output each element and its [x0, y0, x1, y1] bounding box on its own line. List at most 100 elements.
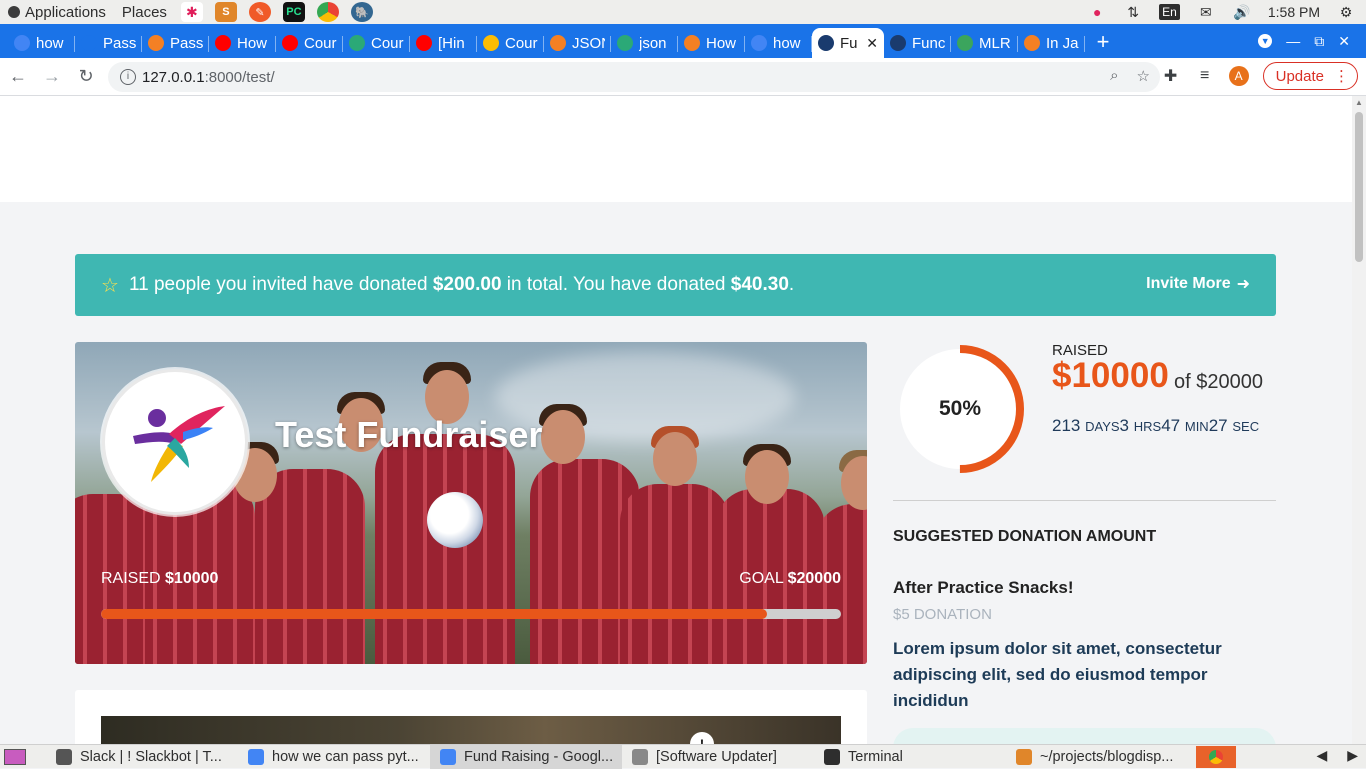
more-menu-icon: ⋮	[1334, 68, 1349, 85]
youtube-icon	[215, 35, 231, 51]
taskbar-scroll-right-icon[interactable]: ▶	[1347, 747, 1358, 764]
taskbar-window-label: [Software Updater]	[656, 748, 777, 765]
taskbar-window-button[interactable]: [Software Updater]	[622, 745, 814, 769]
hero-goal: GOAL $20000	[739, 570, 841, 588]
countdown-days: 213	[1052, 416, 1081, 435]
browser-tab[interactable]: how	[745, 28, 812, 58]
sidebar-divider	[893, 500, 1276, 501]
raised-amount: $10000	[1052, 356, 1169, 395]
browser-tab[interactable]: Cour	[477, 28, 544, 58]
taskbar-window-button[interactable]: ~/projects/blogdisp...	[1006, 745, 1206, 769]
update-button[interactable]: Update ⋮	[1262, 62, 1358, 90]
taskbar-window-label: Fund Raising - Googl...	[464, 748, 614, 765]
media-control-icon[interactable]: ≡	[1195, 66, 1215, 86]
indicator-icon[interactable]: ●	[1087, 3, 1107, 21]
taskbar-window-button[interactable]: Fund Raising - Googl...	[430, 744, 622, 769]
zoom-icon[interactable]: ⌕	[1110, 67, 1118, 85]
slack-launcher-icon[interactable]: ✱	[180, 2, 203, 22]
ml-icon	[957, 35, 973, 51]
hero-raised: RAISED $10000	[101, 570, 218, 588]
taskbar-scroll-left-icon[interactable]: ◀	[1316, 747, 1327, 764]
browser-tab-label: Cour	[304, 34, 337, 52]
invite-more-link[interactable]: Invite More ➜	[1146, 274, 1250, 294]
video-info-icon[interactable]: !	[690, 732, 714, 744]
bookmark-star-icon[interactable]: ☆	[1137, 67, 1150, 85]
profile-avatar[interactable]: A	[1228, 66, 1249, 86]
donate-tier-button[interactable]	[893, 728, 1276, 744]
hero-photo-head	[541, 410, 585, 464]
page-scrollbar[interactable]: ▲	[1352, 96, 1366, 744]
forward-icon[interactable]: →	[36, 61, 68, 93]
browser-tab[interactable]: Fu ✕	[812, 28, 884, 58]
close-window-icon[interactable]: ✕	[1338, 33, 1350, 50]
maximize-icon[interactable]: ⧉	[1314, 33, 1324, 50]
browser-tab[interactable]: Cour	[276, 28, 343, 58]
invite-notice-text: 11 people you invited have donated $200.…	[129, 274, 794, 296]
hero-raised-value: $10000	[165, 570, 219, 587]
scroll-up-icon[interactable]: ▲	[1355, 98, 1363, 107]
countdown-minutes-unit: MIN	[1184, 419, 1209, 434]
site-header	[0, 96, 1352, 202]
postman-launcher-icon[interactable]: ✎	[248, 2, 271, 22]
applications-menu-label: Applications	[25, 3, 106, 21]
browser-tab[interactable]: How	[678, 28, 745, 58]
invite-more-label: Invite More	[1146, 275, 1231, 292]
drive-icon	[483, 35, 499, 51]
browser-tab[interactable]: JSON	[544, 28, 611, 58]
browser-tab[interactable]: Cour	[343, 28, 410, 58]
workspace-switcher[interactable]	[1196, 746, 1236, 768]
notice-suffix: .	[788, 274, 795, 295]
browser-tab[interactable]: Func	[884, 28, 951, 58]
back-icon[interactable]: ←	[2, 61, 34, 93]
hero-goal-label: GOAL	[739, 570, 784, 587]
browser-tab[interactable]: How	[209, 28, 276, 58]
sublime-launcher-icon[interactable]: S	[214, 2, 237, 22]
extensions-puzzle-icon[interactable]: ✚	[1161, 66, 1181, 86]
close-tab-icon[interactable]: ✕	[866, 35, 878, 52]
settings-gear-icon[interactable]: ⚙	[1336, 3, 1356, 21]
minimize-icon[interactable]: —	[1286, 33, 1300, 49]
browser-tab[interactable]: Pass	[75, 28, 142, 58]
new-tab-button[interactable]: +	[1085, 28, 1121, 58]
hero-photo-head	[653, 432, 697, 486]
taskbar-window-button[interactable]: how we can pass pyt...	[238, 745, 430, 769]
browser-tab[interactable]: MLR	[951, 28, 1018, 58]
chrome-launcher-icon[interactable]	[316, 2, 339, 22]
applications-menu[interactable]: Applications	[0, 4, 114, 21]
taskbar-window-label: how we can pass pyt...	[272, 748, 419, 765]
show-desktop-icon[interactable]	[4, 748, 26, 765]
taskbar-window-button[interactable]: Terminal	[814, 745, 1006, 769]
browser-tab[interactable]: Pass	[142, 28, 209, 58]
sublime-icon	[1016, 748, 1032, 765]
volume-icon[interactable]: 🔊	[1232, 3, 1252, 21]
address-bar[interactable]: i 127.0.0.1:8000/test/ ⌕ ☆	[108, 62, 1160, 92]
url-path: :8000/test/	[204, 68, 275, 86]
taskbar-window-button[interactable]: Slack | ! Slackbot | T...	[46, 745, 238, 769]
hero-goal-value: $20000	[787, 570, 841, 587]
network-icon[interactable]: ⇅	[1123, 3, 1143, 21]
postgres-launcher-icon[interactable]: 🐘	[350, 2, 373, 22]
pycharm-launcher-icon[interactable]: PC	[282, 2, 305, 22]
keyboard-layout-indicator[interactable]: En	[1159, 4, 1180, 20]
clock[interactable]: 1:58 PM	[1268, 4, 1320, 20]
reload-icon[interactable]: ↻	[70, 61, 102, 93]
places-menu[interactable]: Places	[114, 4, 175, 21]
scrollbar-thumb[interactable]	[1355, 112, 1363, 262]
browser-tab[interactable]: json	[611, 28, 678, 58]
link-icon	[617, 35, 633, 51]
browser-tab[interactable]: In Ja	[1018, 28, 1085, 58]
browser-tab-label: Pass	[103, 34, 136, 52]
browser-tab[interactable]: how	[8, 28, 75, 58]
browser-tab[interactable]: [Hin	[410, 28, 477, 58]
browser-tab-label: JSON	[572, 34, 605, 52]
goal-amount: of $20000	[1174, 371, 1263, 393]
browser-tab-label: json	[639, 34, 667, 52]
url-text[interactable]: 127.0.0.1:8000/test/	[142, 69, 275, 86]
tab-search-icon[interactable]: ▼	[1258, 34, 1273, 48]
fundraiser-hero: Test Fundraiser RAISED $10000 GOAL $2000…	[75, 342, 867, 664]
google-icon	[14, 35, 30, 51]
video-player[interactable]: !	[101, 716, 841, 744]
countdown-seconds: 27	[1208, 416, 1228, 435]
site-info-icon[interactable]: i	[120, 69, 136, 85]
mail-icon[interactable]: ✉	[1196, 3, 1216, 21]
